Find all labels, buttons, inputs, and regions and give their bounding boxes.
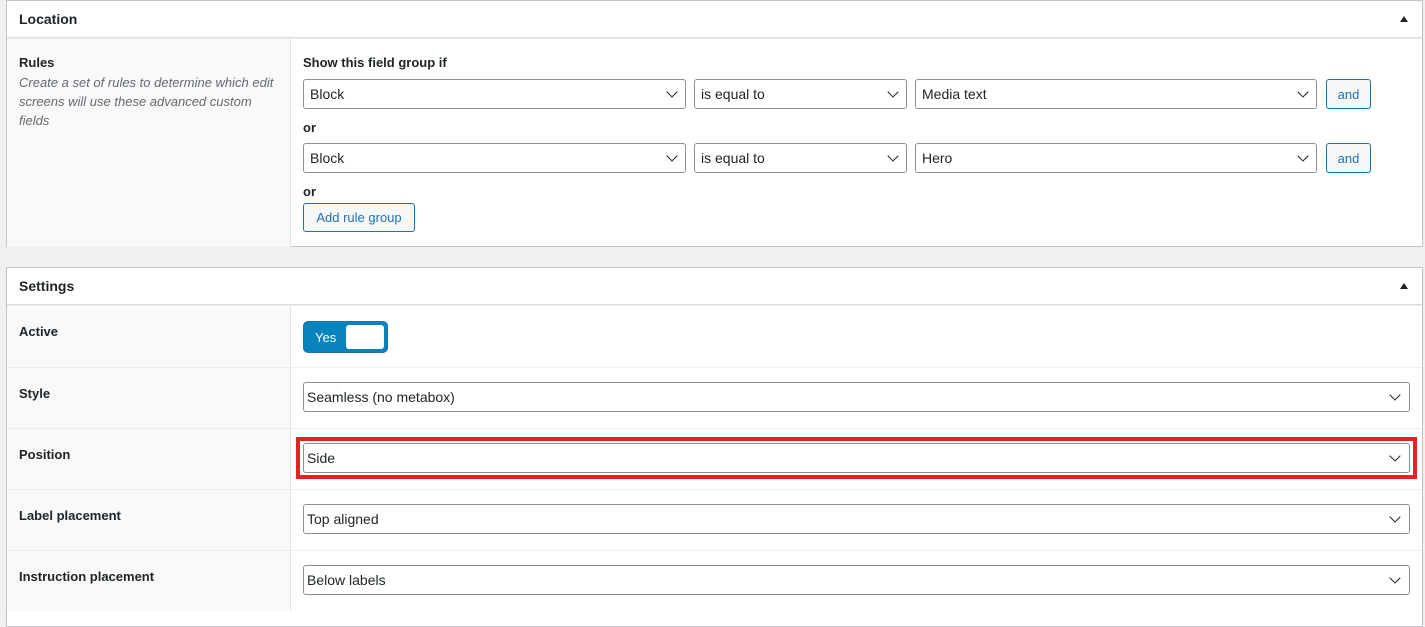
collapse-arrow-icon[interactable] [1400, 283, 1408, 289]
chevron-down-icon [1389, 572, 1401, 584]
style-row: Style Seamless (no metabox) [7, 367, 1422, 428]
and-button[interactable]: and [1326, 79, 1371, 109]
chevron-down-icon [666, 86, 678, 98]
location-title: Location [19, 11, 78, 27]
chevron-down-icon [1297, 150, 1309, 162]
instruction-placement-input-cell: Below labels [291, 551, 1422, 611]
rule-param-value: Block [310, 150, 345, 166]
or-label: or [303, 184, 316, 199]
position-row: Position Side [7, 428, 1422, 489]
rule-param-select[interactable]: Block [303, 143, 686, 173]
chevron-down-icon [1389, 389, 1401, 401]
style-select-value: Seamless (no metabox) [307, 389, 455, 405]
chevron-down-icon [1389, 450, 1401, 462]
instruction-placement-select[interactable]: Below labels [303, 565, 1410, 595]
rule-value-select[interactable]: Media text [915, 79, 1317, 109]
active-input-cell: Yes [291, 306, 1422, 367]
rules-description: Create a set of rules to determine which… [19, 75, 274, 128]
style-label-cell: Style [7, 368, 291, 428]
active-label: Active [19, 324, 59, 339]
settings-panel: Settings Active Yes Style Seamless (no m… [6, 267, 1423, 627]
location-panel: Location Rules Create a set of rules to … [6, 0, 1423, 247]
toggle-knob [346, 325, 384, 349]
label-placement-label: Label placement [19, 508, 121, 523]
label-placement-row: Label placement Top aligned [7, 489, 1422, 550]
add-rule-group-button[interactable]: Add rule group [303, 203, 415, 232]
toggle-on-text: Yes [315, 330, 337, 345]
label-placement-label-cell: Label placement [7, 490, 291, 550]
rule-operator-value: is equal to [701, 86, 765, 102]
rule-param-value: Block [310, 86, 345, 102]
label-placement-select[interactable]: Top aligned [303, 504, 1410, 534]
rules-label: Rules [19, 55, 55, 70]
label-placement-value: Top aligned [307, 511, 379, 527]
chevron-down-icon [1297, 86, 1309, 98]
rule-operator-value: is equal to [701, 150, 765, 166]
rule-value-value: Hero [922, 150, 953, 166]
chevron-down-icon [887, 150, 899, 162]
and-button[interactable]: and [1326, 143, 1371, 173]
location-header[interactable]: Location [7, 1, 1422, 38]
instruction-placement-label: Instruction placement [19, 569, 155, 584]
position-label-cell: Position [7, 429, 291, 489]
position-input-cell: Side [291, 429, 1422, 489]
position-label: Position [19, 447, 71, 462]
chevron-down-icon [1389, 511, 1401, 523]
rule-operator-select[interactable]: is equal to [694, 143, 907, 173]
position-select[interactable]: Side [303, 443, 1410, 473]
position-select-value: Side [307, 450, 336, 466]
settings-header[interactable]: Settings [7, 268, 1422, 305]
settings-title: Settings [19, 278, 75, 294]
collapse-arrow-icon[interactable] [1400, 16, 1408, 22]
active-label-cell: Active [7, 306, 291, 367]
rule-param-select[interactable]: Block [303, 79, 686, 109]
chevron-down-icon [666, 150, 678, 162]
instruction-placement-row: Instruction placement Below labels [7, 550, 1422, 611]
style-input-cell: Seamless (no metabox) [291, 368, 1422, 428]
rule-value-value: Media text [922, 86, 987, 102]
rules-input-cell: Show this field group if Block is equal … [291, 39, 1422, 247]
or-label: or [303, 120, 316, 135]
instruction-placement-value: Below labels [307, 572, 386, 588]
rules-label-cell: Rules Create a set of rules to determine… [7, 39, 291, 247]
instruction-placement-label-cell: Instruction placement [7, 551, 291, 611]
style-label: Style [19, 386, 51, 401]
rule-operator-select[interactable]: is equal to [694, 79, 907, 109]
active-row: Active Yes [7, 305, 1422, 367]
rules-row: Rules Create a set of rules to determine… [7, 38, 1422, 247]
active-toggle-switch[interactable]: Yes [303, 321, 388, 353]
style-select[interactable]: Seamless (no metabox) [303, 382, 1410, 412]
chevron-down-icon [887, 86, 899, 98]
rule-group-title: Show this field group if [303, 55, 447, 70]
label-placement-input-cell: Top aligned [291, 490, 1422, 550]
rule-value-select[interactable]: Hero [915, 143, 1317, 173]
